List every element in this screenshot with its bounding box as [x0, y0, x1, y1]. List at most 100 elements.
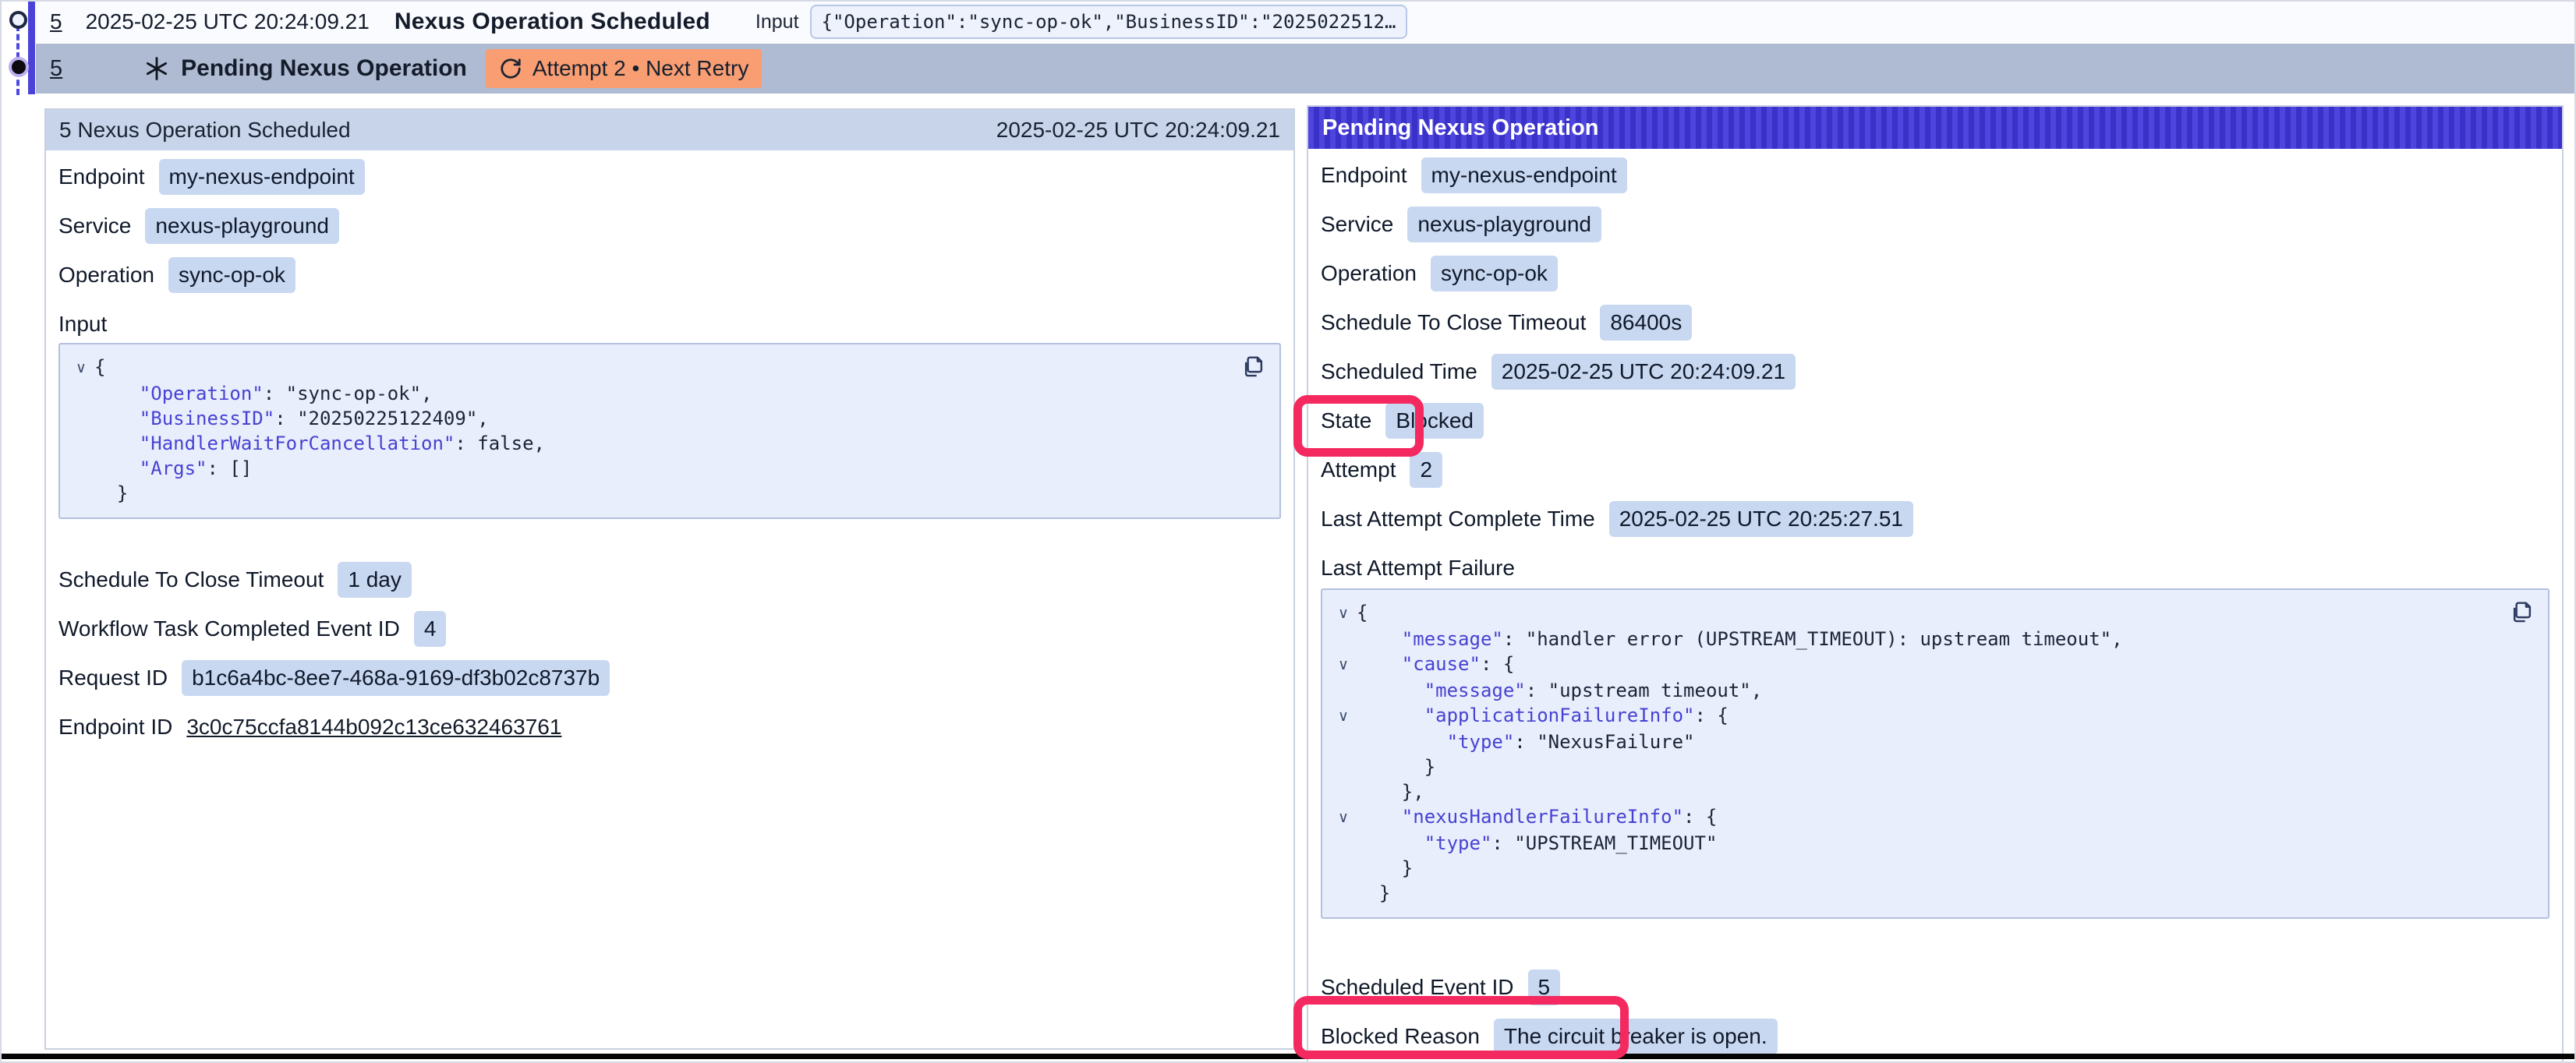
- chevron-down-icon: [1330, 779, 1357, 804]
- code-line-text: "nexusHandlerFailureInfo": {: [1357, 804, 1717, 831]
- pending-operation-detail-panel: Pending Nexus Operation Endpoint my-nexu…: [1307, 105, 2564, 1063]
- field-endpoint-id: Endpoint ID 3c0c75ccfa8144b092c13ce63246…: [58, 710, 1281, 744]
- field-endpoint: Endpoint my-nexus-endpoint: [58, 160, 1281, 194]
- service-value: nexus-playground: [145, 208, 339, 244]
- request-id-value: b1c6a4bc-8ee7-468a-9169-df3b02c8737b: [182, 660, 610, 696]
- event-row-nexus-operation-scheduled[interactable]: 5 2025-02-25 UTC 20:24:09.21 Nexus Opera…: [36, 2, 2574, 42]
- chevron-down-icon: [1330, 627, 1357, 652]
- operation-value: sync-op-ok: [1431, 256, 1558, 291]
- code-line-text: "applicationFailureInfo": {: [1357, 703, 1729, 729]
- field-service: Service nexus-playground: [58, 209, 1281, 243]
- last-attempt-complete-time-label: Last Attempt Complete Time: [1321, 507, 1595, 532]
- code-line-text: {: [94, 355, 105, 381]
- blocked-reason-label: Blocked Reason: [1321, 1024, 1480, 1049]
- workflow-task-completed-event-id-value: 4: [414, 611, 447, 647]
- field-operation: Operation sync-op-ok: [1321, 256, 2549, 291]
- event-title: Nexus Operation Scheduled: [395, 9, 710, 35]
- attempt-retry-badge: Attempt 2 • Next Retry: [486, 49, 762, 88]
- scheduled-event-id-label: Scheduled Event ID: [1321, 975, 1514, 1000]
- copy-icon[interactable]: [2509, 599, 2535, 627]
- code-line-text: "Operation": "sync-op-ok",: [94, 381, 433, 406]
- scheduled-panel-title: 5 Nexus Operation Scheduled: [59, 118, 351, 143]
- bottom-divider: [0, 1054, 2576, 1059]
- chevron-down-icon: [1330, 754, 1357, 779]
- pending-panel-header: Pending Nexus Operation: [1308, 107, 2562, 149]
- timeline-active-bar: [28, 2, 35, 94]
- chevron-down-icon: [1330, 678, 1357, 703]
- code-line-text: "BusinessID": "20250225122409",: [94, 406, 489, 431]
- schedule-to-close-timeout-label: Schedule To Close Timeout: [58, 567, 324, 592]
- field-operation: Operation sync-op-ok: [58, 258, 1281, 292]
- workflow-task-completed-event-id-label: Workflow Task Completed Event ID: [58, 616, 400, 641]
- scheduled-time-value: 2025-02-25 UTC 20:24:09.21: [1491, 354, 1796, 390]
- chevron-down-icon[interactable]: ∨: [1330, 600, 1357, 627]
- service-label: Service: [1321, 212, 1393, 237]
- attempt-value: 2: [1410, 452, 1442, 488]
- blocked-reason-value: The circuit breaker is open.: [1494, 1019, 1778, 1054]
- chevron-down-icon: [68, 406, 94, 431]
- operation-label: Operation: [58, 263, 154, 288]
- field-scheduled-time: Scheduled Time 2025-02-25 UTC 20:24:09.2…: [1321, 355, 2549, 389]
- chevron-down-icon[interactable]: ∨: [1330, 804, 1357, 831]
- chevron-down-icon[interactable]: ∨: [1330, 652, 1357, 678]
- timeline-event-marker-open[interactable]: [9, 11, 27, 29]
- pending-operation-title: Pending Nexus Operation: [181, 55, 467, 82]
- scheduled-time-label: Scheduled Time: [1321, 359, 1477, 384]
- operation-label: Operation: [1321, 261, 1417, 286]
- chevron-down-icon[interactable]: ∨: [68, 355, 94, 381]
- endpoint-label: Endpoint: [1321, 163, 1407, 188]
- service-value: nexus-playground: [1407, 207, 1601, 242]
- code-line-text: }: [1357, 881, 1390, 906]
- field-scheduled-event-id: Scheduled Event ID 5: [1321, 970, 2549, 1005]
- attempt-retry-label: Attempt 2 • Next Retry: [533, 56, 748, 81]
- code-line-text: "HandlerWaitForCancellation": false,: [94, 431, 545, 456]
- code-line-text: },: [1357, 779, 1424, 804]
- rotate-cw-icon: [499, 57, 522, 80]
- event-input-label: Input: [755, 11, 799, 34]
- field-request-id: Request ID b1c6a4bc-8ee7-468a-9169-df3b0…: [58, 661, 1281, 695]
- code-line-text: "cause": {: [1357, 652, 1514, 678]
- field-state: State Blocked: [1321, 404, 2549, 438]
- schedule-to-close-timeout-value: 1 day: [338, 562, 412, 598]
- attempt-label: Attempt: [1321, 457, 1396, 482]
- service-label: Service: [58, 214, 131, 238]
- operation-value: sync-op-ok: [168, 257, 295, 293]
- failure-json-viewer: ∨{ "message": "handler error (UPSTREAM_T…: [1321, 588, 2549, 919]
- request-id-label: Request ID: [58, 666, 168, 690]
- state-label: State: [1321, 408, 1371, 433]
- endpoint-value: my-nexus-endpoint: [159, 159, 365, 195]
- input-label: Input: [58, 312, 107, 337]
- pending-panel-title: Pending Nexus Operation: [1322, 115, 1599, 141]
- state-value: Blocked: [1385, 403, 1484, 439]
- endpoint-label: Endpoint: [58, 164, 145, 189]
- input-json-viewer: ∨{ "Operation": "sync-op-ok", "BusinessI…: [58, 343, 1281, 519]
- scheduled-panel-timestamp: 2025-02-25 UTC 20:24:09.21: [996, 118, 1280, 143]
- endpoint-id-link[interactable]: 3c0c75ccfa8144b092c13ce632463761: [186, 715, 561, 740]
- field-schedule-to-close-timeout: Schedule To Close Timeout 1 day: [58, 563, 1281, 597]
- field-schedule-to-close-timeout: Schedule To Close Timeout 86400s: [1321, 305, 2549, 340]
- code-line-text: "type": "NexusFailure": [1357, 729, 1694, 754]
- endpoint-id-label: Endpoint ID: [58, 715, 172, 740]
- code-line-text: "message": "handler error (UPSTREAM_TIME…: [1357, 627, 2123, 652]
- pending-event-id-link[interactable]: 5: [50, 56, 62, 82]
- code-line-text: }: [94, 481, 128, 506]
- chevron-down-icon: [1330, 729, 1357, 754]
- pending-operation-row[interactable]: 5 Pending Nexus Operation Attempt 2 • Ne…: [36, 44, 2574, 94]
- last-attempt-failure-label: Last Attempt Failure: [1321, 556, 1515, 581]
- field-last-attempt-failure-label: Last Attempt Failure: [1321, 551, 2549, 585]
- asterisk-icon: [143, 55, 170, 82]
- timeline-event-marker-filled[interactable]: [12, 60, 26, 74]
- event-timestamp: 2025-02-25 UTC 20:24:09.21: [86, 9, 370, 34]
- chevron-down-icon: [68, 456, 94, 481]
- scheduled-event-id-value: 5: [1528, 969, 1561, 1005]
- event-id-link[interactable]: 5: [50, 9, 62, 34]
- schedule-to-close-timeout-value: 86400s: [1600, 305, 1692, 341]
- chevron-down-icon[interactable]: ∨: [1330, 703, 1357, 729]
- code-line-text: {: [1357, 600, 1368, 627]
- endpoint-value: my-nexus-endpoint: [1421, 157, 1627, 193]
- code-line-text: "message": "upstream timeout",: [1357, 678, 1762, 703]
- field-last-attempt-complete-time: Last Attempt Complete Time 2025-02-25 UT…: [1321, 502, 2549, 536]
- copy-icon[interactable]: [1240, 354, 1267, 382]
- chevron-down-icon: [68, 381, 94, 406]
- event-input-preview[interactable]: {"Operation":"sync-op-ok","BusinessID":"…: [810, 5, 1408, 39]
